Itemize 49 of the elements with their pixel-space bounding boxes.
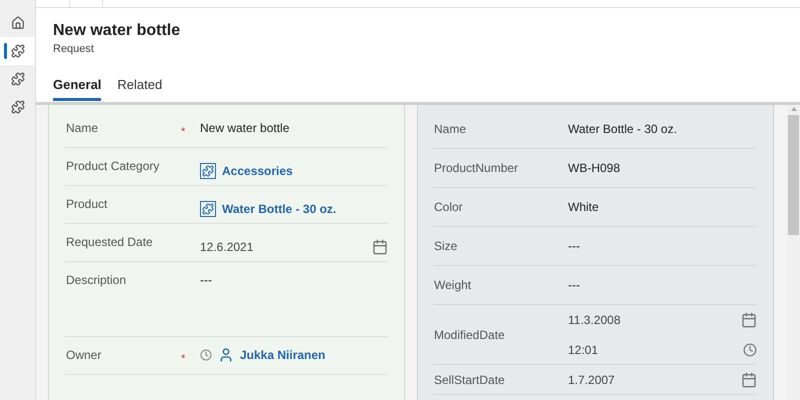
calendar-icon[interactable] (741, 372, 757, 388)
field-label: Size (434, 238, 458, 255)
field-value: --- (200, 272, 212, 289)
field-value: 12.6.2021 (200, 239, 254, 256)
lookup-link[interactable]: Accessories (222, 162, 293, 180)
field-label: Description (65, 272, 128, 289)
required-asterisk: * (181, 126, 186, 138)
puzzle-icon (10, 72, 24, 86)
field-value: White (568, 199, 599, 216)
field-label: Product Category (65, 158, 160, 175)
tab[interactable]: Related (117, 74, 162, 101)
record-title: New water bottle (53, 21, 182, 41)
calendar-icon[interactable] (372, 239, 388, 255)
field-label: Product (65, 196, 108, 213)
scrollbar-thumb[interactable] (788, 115, 799, 235)
entity-icon (200, 201, 216, 217)
calendar-icon[interactable] (741, 312, 757, 328)
field-label: Name (434, 121, 468, 138)
puzzle-icon (10, 44, 24, 58)
home-icon (10, 16, 24, 30)
time-value: 12:01 (568, 342, 598, 358)
field-label: Color (434, 199, 464, 216)
puzzle-icon (10, 100, 24, 114)
clock-icon (200, 349, 212, 361)
field-label: ModifiedDate (434, 326, 506, 344)
scroll-up-icon[interactable] (790, 107, 796, 111)
field-label: SellStartDate (434, 372, 506, 388)
lookup-link[interactable]: Water Bottle - 30 oz. (222, 200, 336, 218)
date-value: 1.7.2007 (568, 372, 615, 388)
clock-icon[interactable] (743, 342, 757, 356)
required-asterisk: * (181, 353, 186, 365)
record-type: Request (53, 42, 95, 57)
date-value: 11.3.2008 (568, 312, 620, 328)
person-icon (218, 347, 234, 363)
field-value: New water bottle (200, 120, 290, 137)
field-value: Water Bottle - 30 oz. (568, 121, 677, 138)
field-label: Requested Date (65, 234, 154, 251)
field-value: WB-H098 (568, 160, 620, 177)
field-label: ProductNumber (434, 160, 520, 177)
field-label: Name (65, 120, 100, 137)
nav-item[interactable] (0, 37, 35, 65)
field-label: Owner (65, 347, 102, 364)
entity-icon (200, 163, 216, 179)
owner-link[interactable]: Jukka Niiranen (240, 346, 326, 364)
field-label: Weight (434, 277, 472, 294)
tab[interactable]: General (53, 74, 102, 101)
field-value: --- (568, 277, 580, 294)
selection-bar (4, 43, 7, 59)
field-value: --- (568, 238, 580, 255)
